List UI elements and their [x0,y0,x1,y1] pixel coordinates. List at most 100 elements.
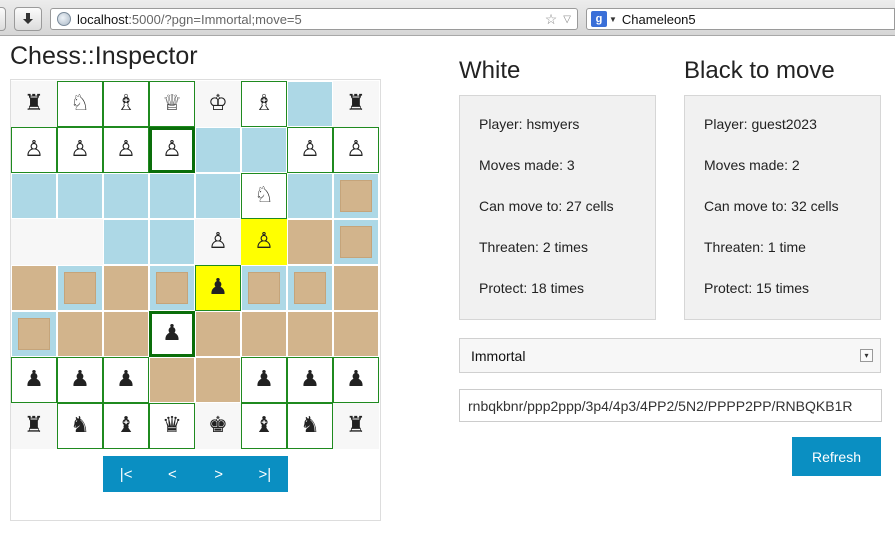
square-c4[interactable] [103,265,149,311]
square-h4[interactable] [333,265,379,311]
square-c1[interactable]: ♝ [103,403,149,449]
square-b4[interactable] [57,265,103,311]
square-c8[interactable]: ♗ [103,81,149,127]
square-g1[interactable]: ♞ [287,403,333,449]
search-bar[interactable]: g ▼ Chameleon5 [586,8,895,30]
previous-move-button[interactable]: < [149,456,195,492]
square-g5[interactable] [287,219,333,265]
chess-piece[interactable]: ♟ [346,369,366,391]
bookmark-star-icon[interactable]: ☆ [545,11,558,29]
square-d5[interactable] [149,219,195,265]
square-d1[interactable]: ♛ [149,403,195,449]
chess-piece[interactable]: ♜ [24,93,44,115]
square-f2[interactable]: ♟ [241,357,287,403]
next-move-button[interactable]: > [196,456,242,492]
chess-piece[interactable]: ♜ [346,93,366,115]
chess-piece[interactable]: ♙ [346,139,366,161]
square-b8[interactable]: ♘ [57,81,103,127]
chess-piece[interactable]: ♟ [300,369,320,391]
refresh-button[interactable]: Refresh [792,437,881,476]
chess-piece[interactable]: ♗ [116,93,136,115]
chess-piece[interactable]: ♙ [116,139,136,161]
square-c3[interactable] [103,311,149,357]
chess-piece[interactable]: ♝ [116,415,136,437]
square-g8[interactable] [287,81,333,127]
square-c2[interactable]: ♟ [103,357,149,403]
square-b7[interactable]: ♙ [57,127,103,173]
square-e5[interactable]: ♙ [195,219,241,265]
chevron-down-icon[interactable]: ▼ [609,15,617,24]
chess-piece[interactable]: ♔ [208,93,228,115]
back-button[interactable] [0,7,6,31]
chess-piece[interactable]: ♟ [116,369,136,391]
square-f7[interactable] [241,127,287,173]
square-h3[interactable] [333,311,379,357]
square-d8[interactable]: ♕ [149,81,195,127]
chess-piece[interactable]: ♙ [24,139,44,161]
chess-piece[interactable]: ♞ [300,415,320,437]
chess-piece[interactable]: ♗ [254,93,274,115]
square-h1[interactable]: ♜ [333,403,379,449]
chess-piece[interactable]: ♝ [254,415,274,437]
chess-piece[interactable]: ♙ [162,139,182,161]
square-h5[interactable] [333,219,379,265]
square-f5[interactable]: ♙ [241,219,287,265]
square-a3[interactable] [11,311,57,357]
square-e2[interactable] [195,357,241,403]
chess-piece[interactable]: ♙ [300,139,320,161]
chess-piece[interactable]: ♞ [70,415,90,437]
square-g7[interactable]: ♙ [287,127,333,173]
square-f8[interactable]: ♗ [241,81,287,127]
square-a6[interactable] [11,173,57,219]
square-e1[interactable]: ♚ [195,403,241,449]
chess-piece[interactable]: ♟ [208,277,228,299]
chess-piece[interactable]: ♘ [254,185,274,207]
square-c5[interactable] [103,219,149,265]
square-d3[interactable]: ♟ [149,311,195,357]
download-button[interactable] [14,7,42,31]
square-h6[interactable] [333,173,379,219]
dropdown-arrow-icon[interactable]: ▽ [563,11,571,29]
square-d2[interactable] [149,357,195,403]
chess-piece[interactable]: ♘ [70,93,90,115]
square-b3[interactable] [57,311,103,357]
chess-piece[interactable]: ♟ [254,369,274,391]
square-h7[interactable]: ♙ [333,127,379,173]
square-g3[interactable] [287,311,333,357]
square-g4[interactable] [287,265,333,311]
last-move-button[interactable]: >| [242,456,288,492]
chess-piece[interactable]: ♙ [208,231,228,253]
square-f3[interactable] [241,311,287,357]
chess-piece[interactable]: ♜ [346,415,366,437]
square-a7[interactable]: ♙ [11,127,57,173]
square-e3[interactable] [195,311,241,357]
square-d7[interactable]: ♙ [149,127,195,173]
square-a8[interactable]: ♜ [11,81,57,127]
square-e4[interactable]: ♟ [195,265,241,311]
game-select[interactable]: Immortal ▾ [459,338,881,373]
square-a5[interactable] [11,219,57,265]
square-d6[interactable] [149,173,195,219]
chess-piece[interactable]: ♜ [24,415,44,437]
square-f4[interactable] [241,265,287,311]
chess-piece[interactable]: ♟ [70,369,90,391]
square-b6[interactable] [57,173,103,219]
square-f1[interactable]: ♝ [241,403,287,449]
address-bar[interactable]: localhost:5000/?pgn=Immortal;move=5 ☆ ▽ [50,8,578,30]
chess-piece[interactable]: ♟ [24,369,44,391]
chess-piece[interactable]: ♛ [162,415,182,437]
square-c7[interactable]: ♙ [103,127,149,173]
square-g6[interactable] [287,173,333,219]
select-arrow-icon[interactable]: ▾ [860,349,873,362]
square-d4[interactable] [149,265,195,311]
square-c6[interactable] [103,173,149,219]
first-move-button[interactable]: |< [103,456,149,492]
square-h2[interactable]: ♟ [333,357,379,403]
square-f6[interactable]: ♘ [241,173,287,219]
square-b1[interactable]: ♞ [57,403,103,449]
square-g2[interactable]: ♟ [287,357,333,403]
chess-piece[interactable]: ♚ [208,415,228,437]
square-a1[interactable]: ♜ [11,403,57,449]
chess-piece[interactable]: ♙ [70,139,90,161]
chess-piece[interactable]: ♟ [162,323,182,345]
